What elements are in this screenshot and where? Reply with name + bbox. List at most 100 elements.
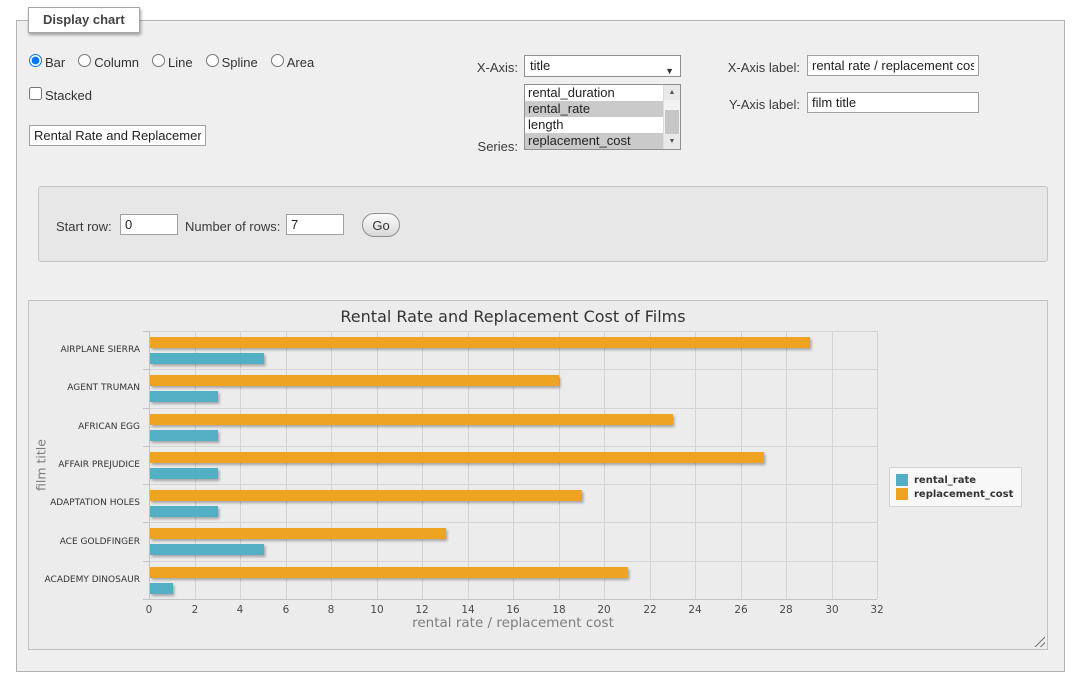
bar-rental_rate[interactable] (150, 391, 218, 402)
gridline (240, 331, 241, 599)
bar-replacement_cost[interactable] (150, 567, 628, 578)
x-tick-label: 32 (862, 604, 892, 616)
x-tick-label: 12 (407, 604, 437, 616)
gridline (741, 331, 742, 599)
x-tick-label: 16 (498, 604, 528, 616)
gridline (604, 331, 605, 599)
stacked-checkbox-label[interactable]: Stacked (29, 87, 92, 103)
bar-rental_rate[interactable] (150, 544, 264, 555)
series-option-rental_rate[interactable]: rental_rate (525, 101, 663, 117)
x-tick-label: 4 (225, 604, 255, 616)
num-rows-input[interactable] (286, 214, 344, 235)
gridline (195, 331, 196, 599)
gridline (468, 331, 469, 599)
legend-item-rental_rate[interactable]: rental_rate (896, 474, 1013, 486)
gridline (149, 446, 877, 447)
x-tick-label: 8 (316, 604, 346, 616)
gridline (650, 331, 651, 599)
bar-rental_rate[interactable] (150, 583, 173, 594)
series-option-rental_duration[interactable]: rental_duration (525, 85, 663, 101)
bar-rental_rate[interactable] (150, 506, 218, 517)
bar-rental_rate[interactable] (150, 468, 218, 479)
start-row-input[interactable] (120, 214, 178, 235)
x-tick-label: 14 (453, 604, 483, 616)
legend-label: replacement_cost (914, 489, 1013, 500)
chart-type-radio-group: Bar Column Line Spline Area (29, 54, 320, 70)
y-axis-line (149, 331, 150, 600)
y-axis-label-field-label: Y-Axis label: (690, 97, 800, 112)
radio-spline[interactable]: Spline (206, 54, 258, 70)
x-tick-label: 2 (180, 604, 210, 616)
radio-area[interactable]: Area (271, 54, 314, 70)
category-label: AGENT TRUMAN (29, 382, 140, 394)
gridline (559, 331, 560, 599)
x-axis-label-input[interactable] (807, 55, 979, 76)
series-option-replacement_cost[interactable]: replacement_cost (525, 133, 663, 149)
stacked-checkbox[interactable] (29, 87, 42, 100)
gridline (149, 561, 877, 562)
gridline (149, 522, 877, 523)
radio-bar[interactable]: Bar (29, 54, 65, 70)
series-options: rental_durationrental_ratelengthreplacem… (525, 85, 663, 149)
stacked-checkbox-row: Stacked (29, 87, 92, 103)
gridline (149, 408, 877, 409)
gridline (695, 331, 696, 599)
gridline (286, 331, 287, 599)
gridline (149, 369, 877, 370)
start-row-label: Start row: (56, 219, 112, 234)
page: { "panel": { "legend": "Display chart" }… (0, 0, 1081, 681)
bar-replacement_cost[interactable] (150, 452, 764, 463)
chart-title: Rental Rate and Replacement Cost of Film… (149, 307, 877, 326)
category-label: ACE GOLDFINGER (29, 536, 140, 548)
gridline (786, 331, 787, 599)
bar-rental_rate[interactable] (150, 353, 264, 364)
x-tick-label: 22 (635, 604, 665, 616)
gridline (149, 484, 877, 485)
radio-area-input[interactable] (271, 54, 284, 67)
category-label: AFFAIR PREJUDICE (29, 459, 140, 471)
chart-title-input[interactable] (29, 125, 206, 146)
bar-replacement_cost[interactable] (150, 414, 673, 425)
radio-line-input[interactable] (152, 54, 165, 67)
radio-spline-input[interactable] (206, 54, 219, 67)
dropdown-arrow-icon: ▼ (665, 61, 674, 81)
radio-column-input[interactable] (78, 54, 91, 67)
x-axis-select[interactable]: title ▼ (524, 55, 681, 77)
scroll-down-icon[interactable]: ▼ (664, 134, 680, 149)
bar-replacement_cost[interactable] (150, 337, 810, 348)
radio-line[interactable]: Line (152, 54, 193, 70)
x-tick-label: 26 (726, 604, 756, 616)
go-button[interactable]: Go (362, 213, 400, 237)
x-axis-title: rental rate / replacement cost (149, 615, 877, 631)
x-tick-label: 0 (134, 604, 164, 616)
gridline (877, 331, 878, 599)
bar-replacement_cost[interactable] (150, 490, 582, 501)
x-axis-line (149, 599, 877, 600)
radio-column[interactable]: Column (78, 54, 139, 70)
category-label: AFRICAN EGG (29, 421, 140, 433)
chart-legend: rental_rate replacement_cost (889, 467, 1022, 507)
y-axis-label-input[interactable] (807, 92, 979, 113)
x-axis-select-value: title (530, 58, 550, 73)
x-tick-label: 20 (589, 604, 619, 616)
bar-replacement_cost[interactable] (150, 528, 446, 539)
scrollbar-thumb[interactable] (665, 110, 679, 135)
series-scrollbar[interactable]: ▲ ▼ (663, 85, 680, 149)
gridline (422, 331, 423, 599)
radio-bar-input[interactable] (29, 54, 42, 67)
bar-rental_rate[interactable] (150, 430, 218, 441)
num-rows-label: Number of rows: (185, 219, 280, 234)
series-option-length[interactable]: length (525, 117, 663, 133)
legend-swatch-icon (896, 474, 908, 486)
x-tick-label: 24 (680, 604, 710, 616)
bar-replacement_cost[interactable] (150, 375, 559, 386)
series-select-label: Series: (430, 139, 518, 154)
resize-handle-icon[interactable] (1034, 636, 1045, 647)
gridline (331, 331, 332, 599)
x-tick-label: 6 (271, 604, 301, 616)
series-listbox[interactable]: rental_durationrental_ratelengthreplacem… (524, 84, 681, 150)
gridline (149, 331, 877, 332)
legend-item-replacement_cost[interactable]: replacement_cost (896, 488, 1013, 500)
scroll-up-icon[interactable]: ▲ (664, 85, 680, 100)
x-axis-select-label: X-Axis: (430, 60, 518, 75)
